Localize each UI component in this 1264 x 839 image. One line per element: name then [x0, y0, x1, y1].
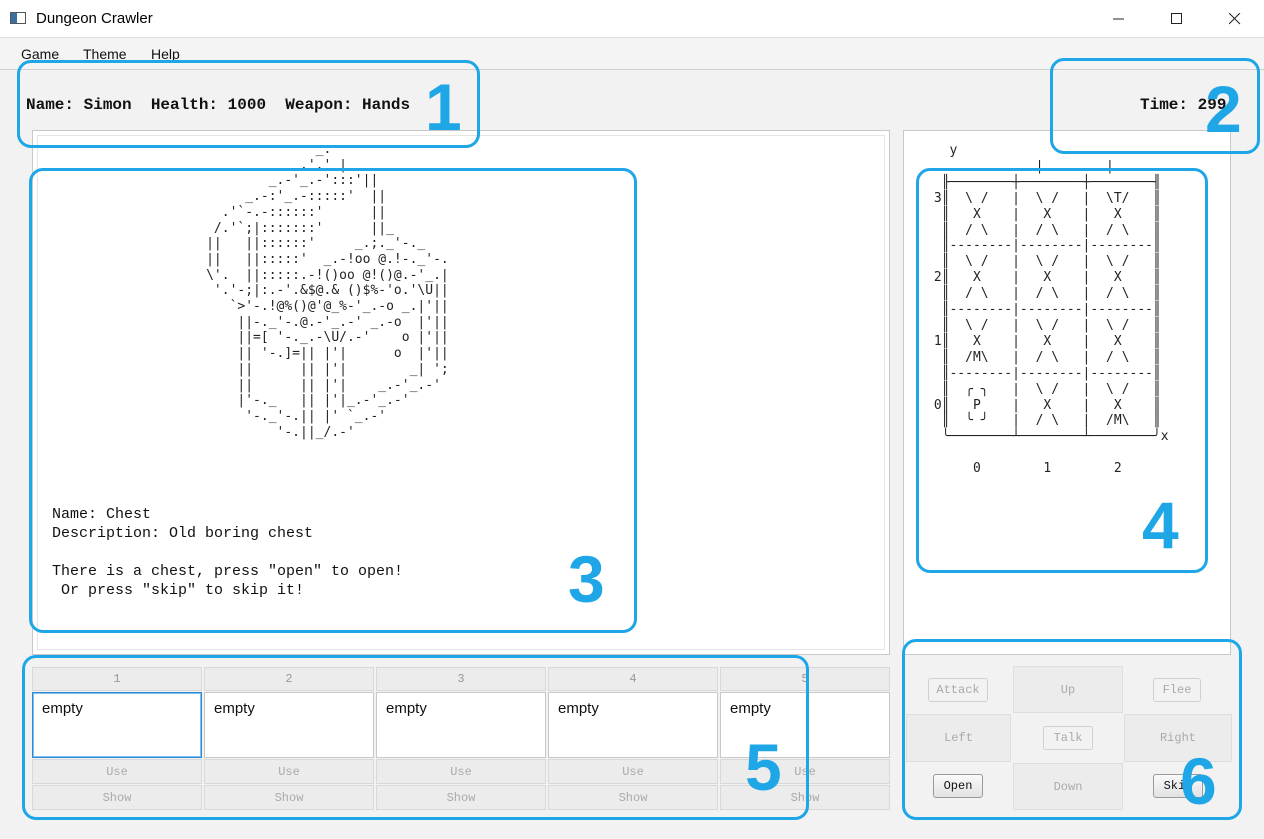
- up-button[interactable]: Up: [1013, 666, 1123, 713]
- show-button[interactable]: Show: [720, 785, 890, 810]
- right-button[interactable]: Right: [1124, 714, 1232, 762]
- time-display: Time: 299: [1140, 96, 1227, 114]
- use-button[interactable]: Use: [720, 759, 890, 784]
- map-panel: y | | ╟────────┼────────┼────────╢ 3║ \ …: [903, 130, 1231, 655]
- show-button[interactable]: Show: [204, 785, 374, 810]
- inventory-item[interactable]: empty: [32, 692, 202, 758]
- inventory-slot-header: 2: [204, 667, 374, 691]
- encounter-panel: _. .'.' | _.-'_.-':::'|| _.-:'_.-:::::' …: [32, 130, 890, 655]
- inventory-slot-header: 3: [376, 667, 546, 691]
- window-title: Dungeon Crawler: [36, 10, 153, 27]
- maximize-icon: [1171, 13, 1182, 24]
- encounter-name: Name: Chest: [52, 506, 152, 523]
- player-status: Name: Simon Health: 1000 Weapon: Hands: [26, 96, 411, 114]
- inventory-slot-header: 1: [32, 667, 202, 691]
- title-bar: Dungeon Crawler: [0, 0, 1264, 38]
- encounter-view: _. .'.' | _.-'_.-':::'|| _.-:'_.-:::::' …: [37, 135, 885, 650]
- menu-bar: Game Theme Help: [0, 38, 1264, 70]
- use-button[interactable]: Use: [548, 759, 718, 784]
- left-button[interactable]: Left: [906, 714, 1011, 762]
- app-icon: [10, 12, 26, 24]
- encounter-description: Description: Old boring chest: [52, 525, 314, 542]
- show-button[interactable]: Show: [32, 785, 202, 810]
- menu-theme[interactable]: Theme: [83, 46, 127, 62]
- dungeon-map: y | | ╟────────┼────────┼────────╢ 3║ \ …: [933, 143, 1169, 477]
- minimize-button[interactable]: [1090, 0, 1148, 38]
- inventory-item[interactable]: empty: [376, 692, 546, 758]
- use-button[interactable]: Use: [32, 759, 202, 784]
- inventory-item[interactable]: empty: [720, 692, 890, 758]
- chest-ascii-art: _. .'.' | _.-'_.-':::'|| _.-:'_.-:::::' …: [206, 142, 449, 440]
- open-button[interactable]: Open: [933, 774, 983, 798]
- inventory-slot-header: 4: [548, 667, 718, 691]
- menu-help[interactable]: Help: [151, 46, 180, 62]
- inventory-item[interactable]: empty: [204, 692, 374, 758]
- use-button[interactable]: Use: [204, 759, 374, 784]
- attack-button[interactable]: Attack: [928, 678, 988, 702]
- skip-button[interactable]: Skip: [1153, 774, 1203, 798]
- maximize-button[interactable]: [1148, 0, 1206, 38]
- close-button[interactable]: [1206, 0, 1264, 38]
- encounter-text: Name: Chest Description: Old boring ches…: [52, 505, 403, 600]
- use-button[interactable]: Use: [376, 759, 546, 784]
- show-button[interactable]: Show: [376, 785, 546, 810]
- talk-button[interactable]: Talk: [1043, 726, 1093, 750]
- menu-game[interactable]: Game: [21, 46, 59, 62]
- inventory-slot-header: 5: [720, 667, 890, 691]
- down-button[interactable]: Down: [1013, 763, 1123, 810]
- encounter-prompt: There is a chest, press "open" to open! …: [52, 563, 404, 599]
- inventory-item[interactable]: empty: [548, 692, 718, 758]
- flee-button[interactable]: Flee: [1153, 678, 1201, 702]
- close-icon: [1229, 13, 1241, 25]
- show-button[interactable]: Show: [548, 785, 718, 810]
- minimize-icon: [1113, 18, 1124, 20]
